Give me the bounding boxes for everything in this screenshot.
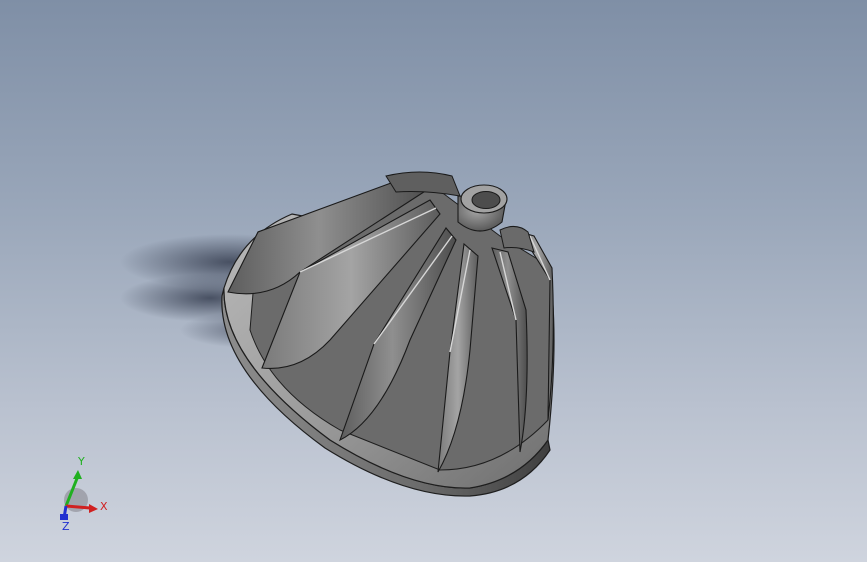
hub-bore [471,191,501,209]
z-axis-label: Z [62,520,70,532]
x-axis-line [65,504,91,510]
view-orientation-triad[interactable]: Y X Z [48,452,118,533]
impeller-model[interactable] [221,171,555,497]
graphics-viewport[interactable]: Y X Z [0,0,867,562]
y-axis-label: Y [77,455,85,468]
top-fin-right [499,226,535,253]
x-axis-arrow-icon [89,504,98,513]
x-axis-label: X [100,500,108,513]
y-axis-arrow-icon [73,470,82,479]
3d-model-view[interactable] [0,0,867,562]
